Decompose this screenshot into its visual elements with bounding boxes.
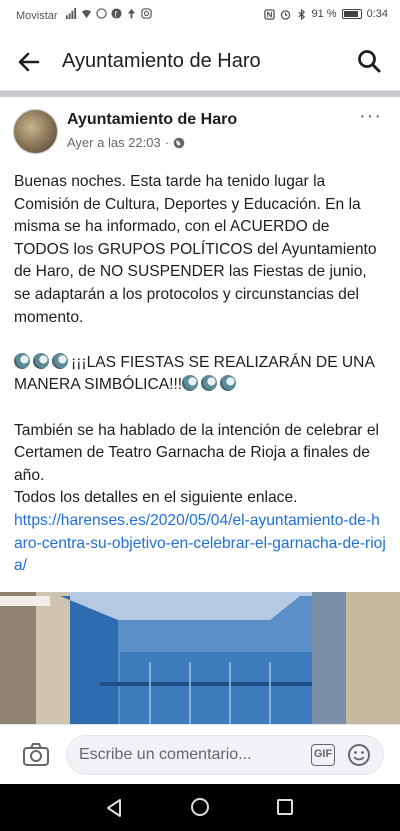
more-options-button[interactable]: ··· xyxy=(359,106,382,126)
upload-icon xyxy=(127,8,136,19)
clock: 0:34 xyxy=(366,8,388,20)
alarm-icon xyxy=(280,9,290,20)
post-announcement: ¡¡¡LAS FIESTAS SE REALIZARÁN DE UNA MANE… xyxy=(14,352,386,397)
facebook-notification-icon: f xyxy=(111,8,122,19)
nav-back-icon[interactable] xyxy=(104,798,124,818)
notification-icons: f xyxy=(66,8,152,19)
battery-fill xyxy=(343,11,359,17)
app-header: Ayuntamiento de Haro xyxy=(0,32,400,91)
wifi-icon xyxy=(81,9,92,19)
post-photo[interactable] xyxy=(0,592,400,724)
gif-button[interactable]: GIF xyxy=(311,744,335,766)
moon-emoji-icon xyxy=(182,375,199,392)
page-avatar[interactable] xyxy=(13,109,58,154)
building-photo xyxy=(0,592,400,724)
comment-input[interactable]: Escribe un comentario... GIF xyxy=(66,735,384,775)
page-title: Ayuntamiento de Haro xyxy=(62,50,261,72)
post-timestamp[interactable]: Ayer a las 22:03 xyxy=(67,135,161,150)
post-meta: Ayer a las 22:03 · xyxy=(67,135,185,150)
emoji-icon[interactable] xyxy=(347,743,371,767)
moon-emoji-icon xyxy=(14,352,30,369)
moon-emoji-icon xyxy=(220,375,237,392)
post-body: Buenas noches. Esta tarde ha tenido luga… xyxy=(14,171,386,578)
instagram-icon xyxy=(141,8,152,19)
post-paragraph: También se ha hablado de la intención de… xyxy=(14,421,379,484)
moon-emoji-icon xyxy=(52,352,68,369)
carrier-label: Movistar xyxy=(16,10,58,22)
meta-separator: · xyxy=(164,135,170,150)
post-author[interactable]: Ayuntamiento de Haro xyxy=(67,111,237,129)
system-nav-bar xyxy=(0,784,400,831)
bluetooth-icon xyxy=(297,8,305,20)
system-status: 91 % 0:34 xyxy=(263,8,388,20)
signal-icon xyxy=(66,8,77,19)
moon-emoji-icon xyxy=(201,375,218,392)
moon-emoji-icon xyxy=(33,352,49,369)
post-paragraph: Buenas noches. Esta tarde ha tenido luga… xyxy=(14,173,377,326)
comment-placeholder: Escribe un comentario... xyxy=(79,746,252,763)
nav-recents-icon[interactable] xyxy=(276,798,294,816)
battery-percent: 91 % xyxy=(311,8,337,20)
post-card: Ayuntamiento de Haro Ayer a las 22:03 · … xyxy=(0,97,400,724)
back-arrow-icon[interactable] xyxy=(16,49,42,75)
comment-bar: Escribe un comentario... GIF xyxy=(0,724,400,785)
nav-home-icon[interactable] xyxy=(190,797,210,817)
status-bar: Movistar f 91 % 0:34 xyxy=(0,0,400,32)
globe-icon xyxy=(173,137,185,148)
battery-icon xyxy=(341,9,362,19)
search-icon[interactable] xyxy=(356,48,382,74)
post-link[interactable]: https://harenses.es/2020/05/04/el-ayunta… xyxy=(14,512,386,574)
camera-icon[interactable] xyxy=(22,742,50,768)
post-paragraph: Todos los detalles en el siguiente enlac… xyxy=(14,489,298,507)
nfc-icon xyxy=(263,8,275,20)
whatsapp-icon xyxy=(96,8,107,19)
